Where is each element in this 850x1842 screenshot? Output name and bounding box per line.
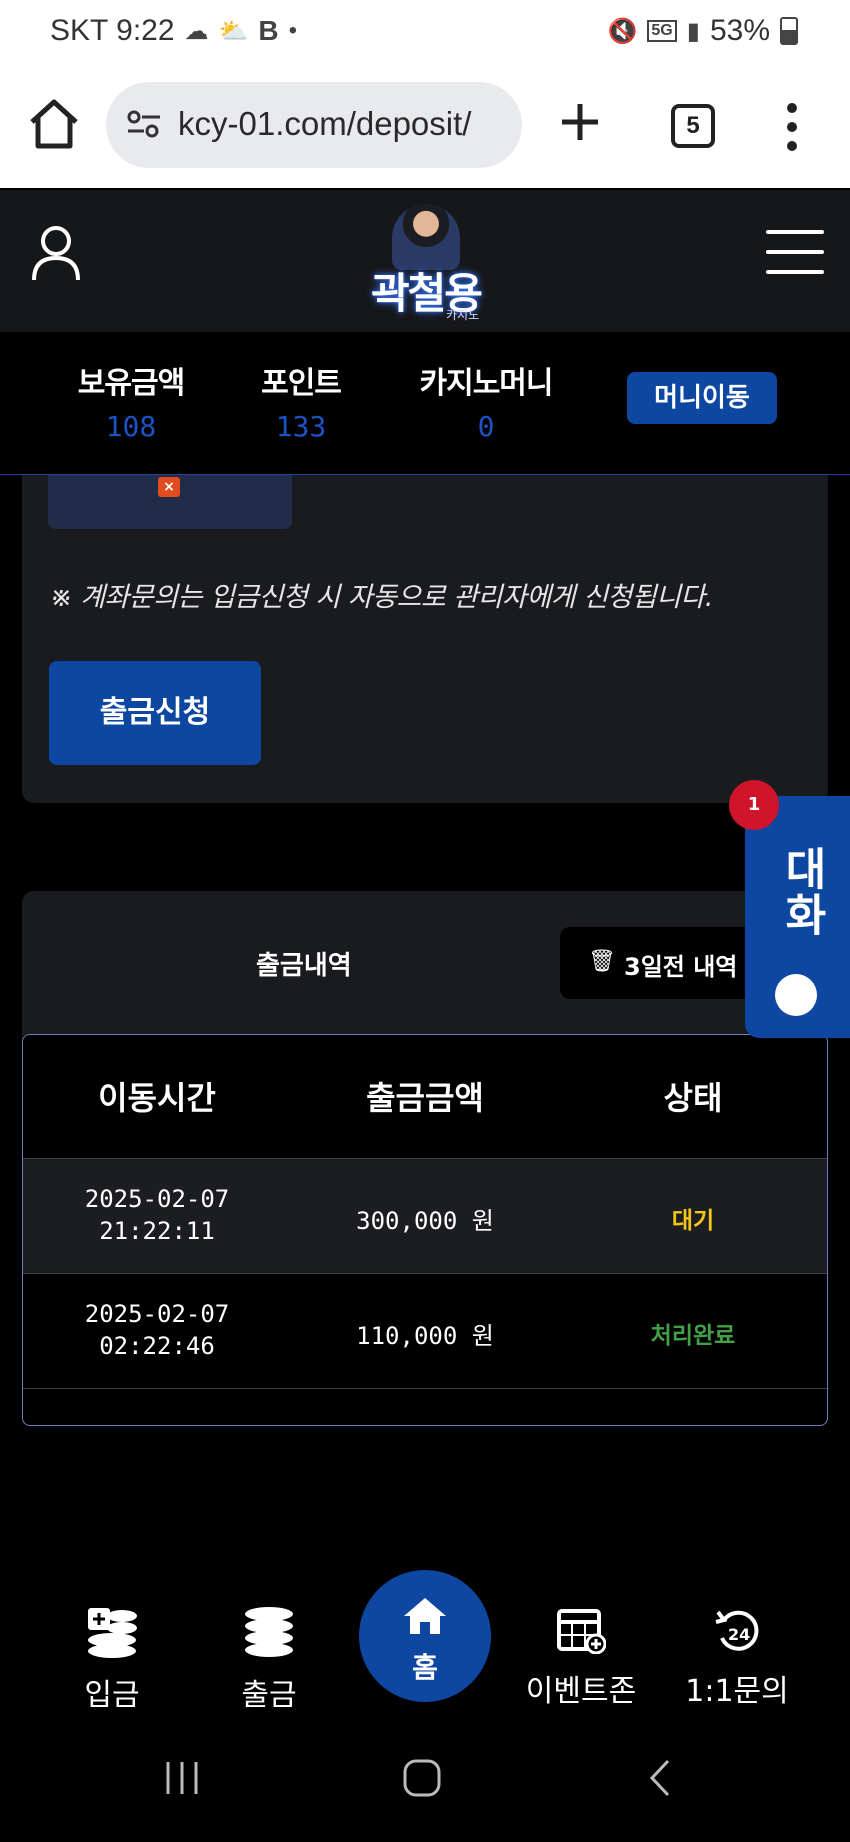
- browser-toolbar: kcy-01.com/deposit/ 5: [0, 70, 850, 188]
- user-icon[interactable]: [30, 224, 82, 282]
- holding-label: 보유금액: [77, 366, 185, 401]
- points-value: 133: [275, 410, 327, 443]
- points-balance: 포인트 133: [236, 358, 366, 443]
- column-header-status: 상태: [663, 1079, 723, 1117]
- row-amount: 300,000 원: [356, 1207, 494, 1235]
- column-header-amount: 출금금액: [366, 1079, 484, 1117]
- chat-bubble-icon: [775, 974, 817, 1016]
- row-date: 2025-02-07: [84, 1185, 230, 1213]
- money-transfer-button[interactable]: 머니이동: [627, 372, 777, 424]
- chat-label: 대화: [776, 846, 827, 938]
- nav-withdraw[interactable]: 출금: [204, 1606, 334, 1714]
- site-logo[interactable]: 곽철용 카지노: [356, 204, 496, 322]
- row-status: 대기: [671, 1208, 715, 1234]
- recent-apps-icon[interactable]: [164, 1760, 200, 1796]
- battery-icon: [780, 17, 798, 45]
- address-bar[interactable]: kcy-01.com/deposit/: [106, 82, 522, 168]
- holding-value: 108: [105, 410, 157, 443]
- svg-text:24: 24: [728, 1625, 750, 1644]
- holding-balance: 보유금액 108: [66, 358, 196, 443]
- nav-home-label: 홈: [412, 1651, 438, 1684]
- row-amount: 110,000 원: [356, 1322, 494, 1350]
- points-label: 포인트: [261, 366, 342, 401]
- battery-percent: 53%: [709, 14, 770, 47]
- system-nav-bar: [0, 1720, 850, 1842]
- back-icon[interactable]: [646, 1758, 674, 1798]
- menu-icon[interactable]: [766, 230, 824, 274]
- table-row: 2025-02-07 21:22:11 300,000 원 대기: [23, 1159, 827, 1274]
- home-icon[interactable]: [26, 96, 82, 152]
- nav-deposit[interactable]: 입금: [47, 1606, 177, 1714]
- row-datetime: 2025-02-07 21:22:11: [23, 1183, 291, 1247]
- nav-deposit-label: 입금: [84, 1678, 140, 1713]
- new-tab-icon[interactable]: [556, 98, 604, 146]
- image-placeholder: ×: [48, 475, 292, 529]
- logo-subtext: 카지노: [446, 308, 480, 322]
- status-time: SKT 9:22: [50, 14, 175, 47]
- withdraw-coins-icon: [245, 1607, 293, 1657]
- site-settings-icon[interactable]: [124, 104, 164, 144]
- url-text: kcy-01.com/deposit/: [178, 105, 472, 142]
- nav-events-label: 이벤트존: [525, 1674, 637, 1709]
- deposit-panel: × ※ 계좌문의는 입금신청 시 자동으로 관리자에게 신청됩니다. 출금신청: [22, 475, 828, 803]
- tab-switcher-button[interactable]: 5: [671, 104, 715, 148]
- broken-image-icon: ×: [158, 477, 180, 497]
- chat-unread-badge: 1: [729, 780, 779, 830]
- home-system-icon[interactable]: [402, 1758, 442, 1798]
- row-datetime: 2025-02-07 02:22:46: [23, 1298, 291, 1362]
- trash-icon: 🗑: [588, 949, 616, 974]
- nav-withdraw-label: 출금: [241, 1678, 297, 1713]
- home-house-icon: [404, 1598, 446, 1634]
- site-header: 곽철용 카지노: [0, 190, 850, 332]
- table-row: 2025-02-07 02:22:46 110,000 원 처리완료: [23, 1274, 827, 1389]
- row-time: 21:22:11: [99, 1217, 215, 1245]
- withdraw-history-panel: 출금내역 🗑 3일전 내역 삭제 이동시간 출금금액 상태 2025-02-07…: [22, 891, 828, 1426]
- history-title: 출금내역: [256, 951, 352, 981]
- row-date: 2025-02-07: [84, 1300, 230, 1328]
- bottom-nav: 입금 출금 홈 이벤트존 24 1:1문의: [0, 1560, 850, 1720]
- nav-home[interactable]: 홈: [359, 1570, 491, 1702]
- network-badge: 5G: [647, 20, 677, 42]
- column-header-time: 이동시간: [98, 1079, 216, 1117]
- casino-balance: 카지노머니 0: [400, 358, 572, 443]
- casino-label: 카지노머니: [419, 366, 554, 401]
- row-time: 02:22:46: [99, 1332, 215, 1360]
- deposit-coins-icon: [88, 1608, 137, 1658]
- more-menu-icon[interactable]: [786, 102, 798, 152]
- withdraw-request-button[interactable]: 출금신청: [49, 661, 261, 765]
- weather-icon: ⛅: [218, 17, 249, 45]
- app-b-icon: B: [258, 15, 279, 46]
- mute-icon: 🔇: [607, 17, 638, 45]
- table-header: 이동시간 출금금액 상태: [23, 1035, 827, 1159]
- chat-widget-button[interactable]: 대화: [745, 796, 850, 1038]
- balance-bar: 보유금액 108 포인트 133 카지노머니 0 머니이동: [0, 332, 850, 475]
- nav-support[interactable]: 24 1:1문의: [672, 1606, 802, 1710]
- support-24h-icon: 24: [715, 1610, 759, 1651]
- account-notice: ※ 계좌문의는 입금신청 시 자동으로 관리자에게 신청됩니다.: [50, 582, 713, 613]
- signal-icon: ▮: [686, 17, 700, 45]
- cloud-icon: ☁: [184, 17, 209, 45]
- status-bar: SKT 9:22 ☁ ⛅ B • 🔇 5G ▮ 53%: [0, 0, 850, 70]
- dot-icon: •: [288, 17, 298, 44]
- row-status: 처리완료: [650, 1323, 736, 1349]
- casino-value: 0: [477, 410, 495, 443]
- history-table: 이동시간 출금금액 상태 2025-02-07 21:22:11 300,000…: [22, 1034, 828, 1426]
- nav-support-label: 1:1문의: [685, 1674, 789, 1709]
- nav-events[interactable]: 이벤트존: [516, 1606, 646, 1710]
- calendar-add-icon: [557, 1609, 607, 1655]
